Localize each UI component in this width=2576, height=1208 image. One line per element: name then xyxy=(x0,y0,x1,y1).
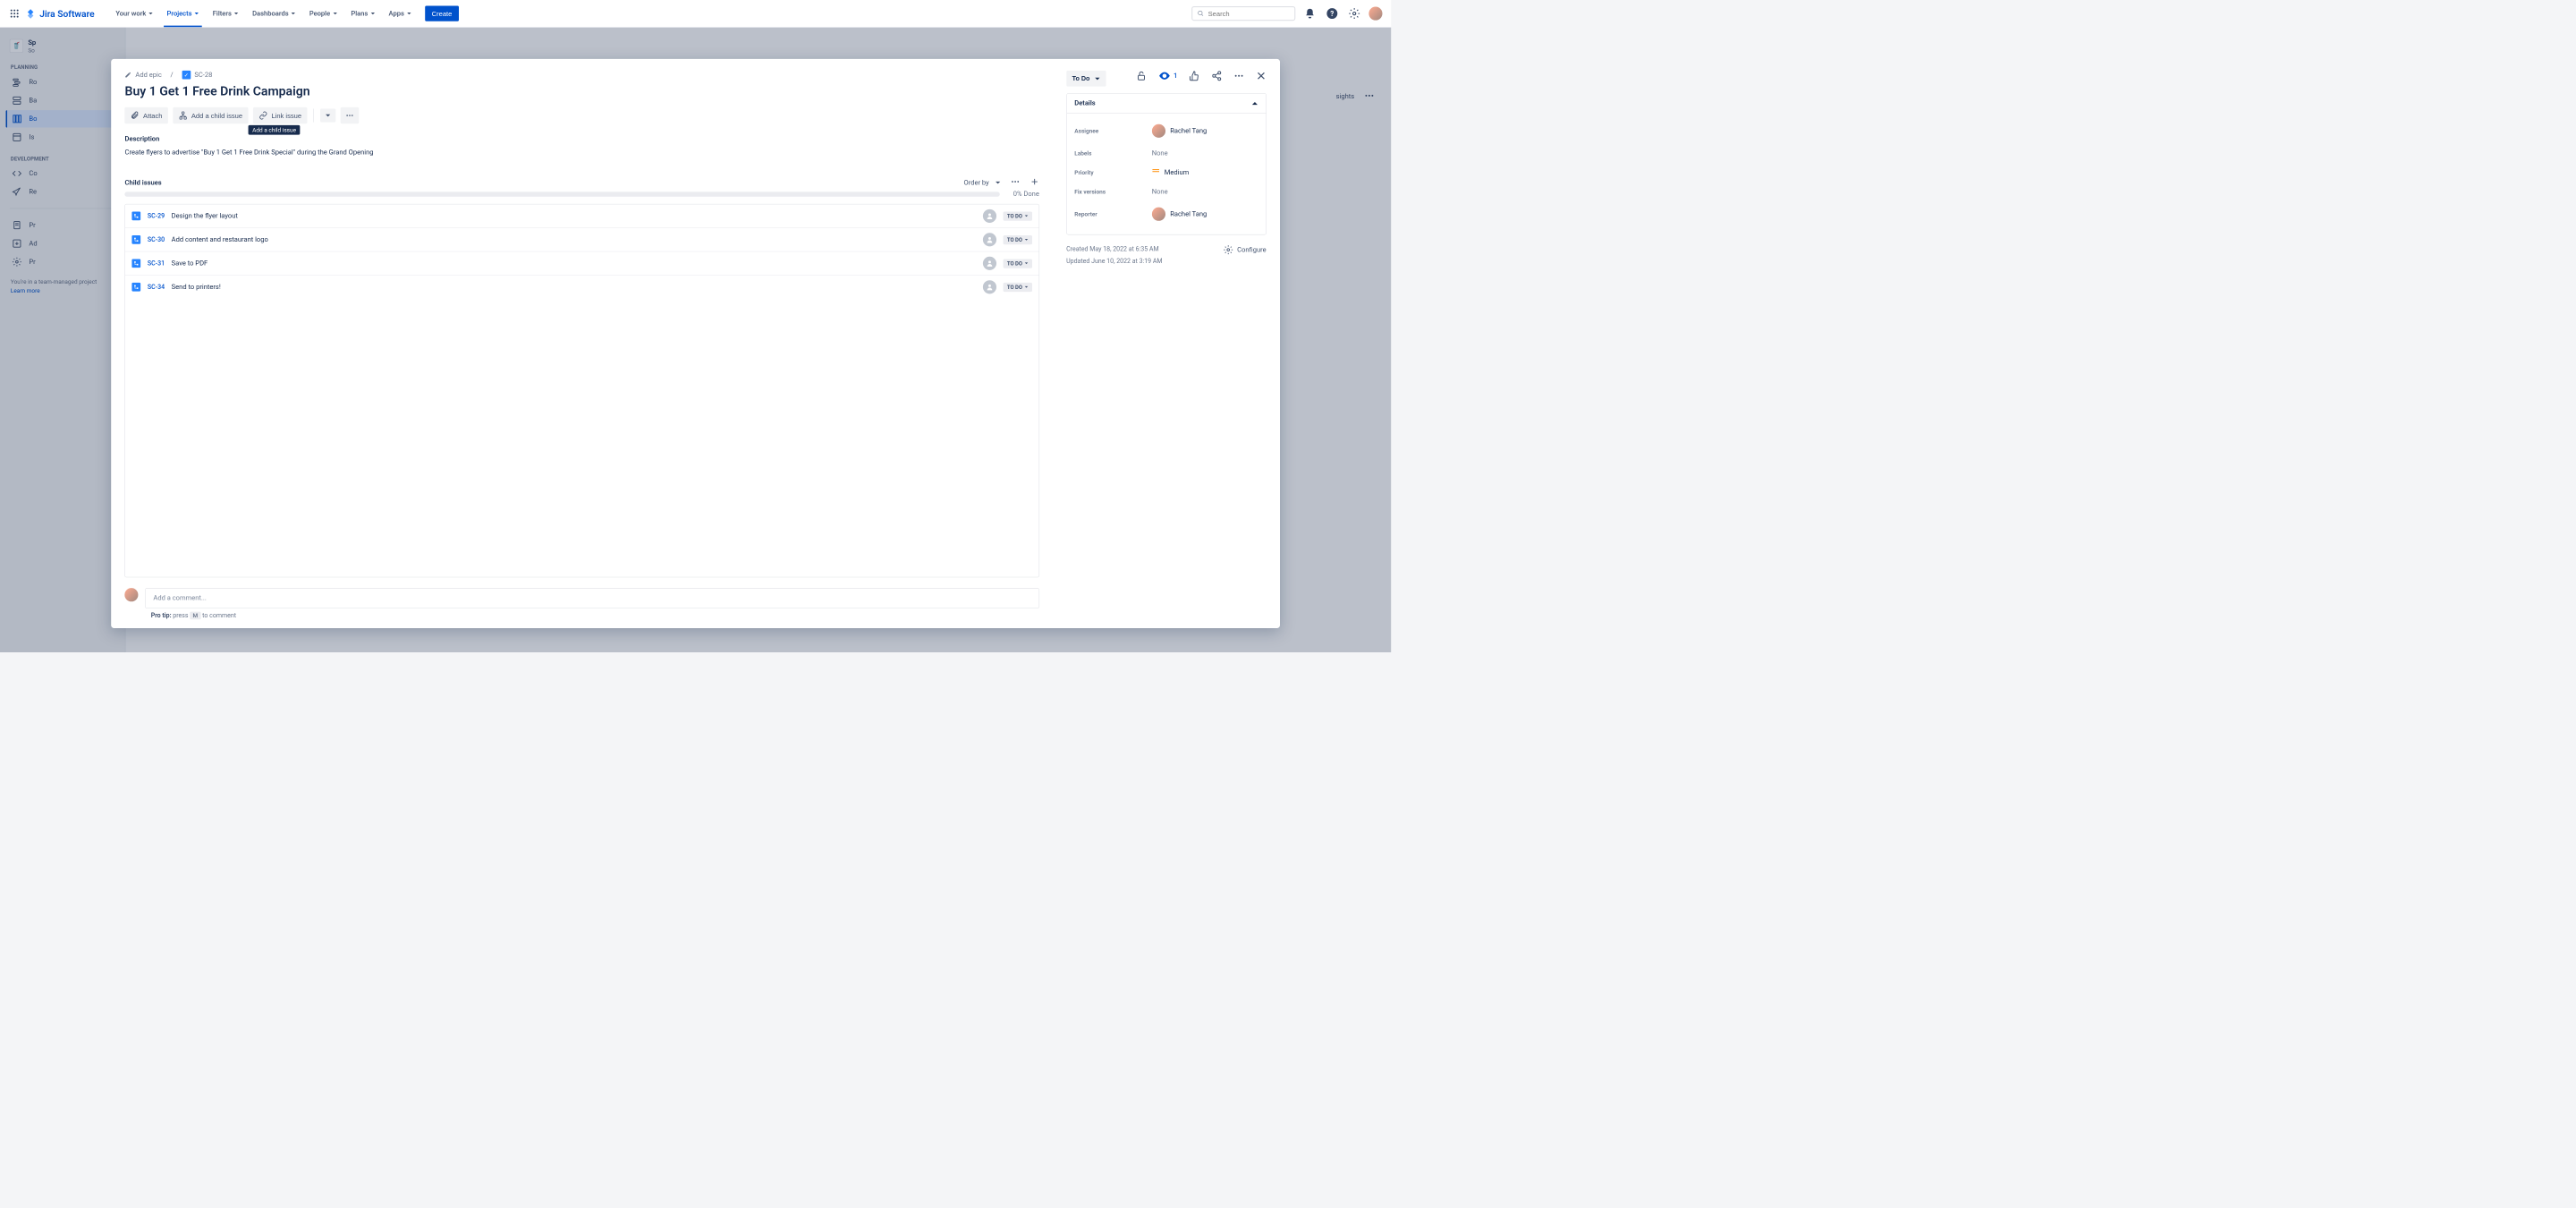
more-actions-icon[interactable] xyxy=(1233,71,1244,81)
created-date: Created May 18, 2022 at 6:35 AM xyxy=(1066,243,1162,255)
priority-medium-icon xyxy=(1152,169,1160,176)
child-key[interactable]: SC-34 xyxy=(148,284,165,291)
unassigned-avatar-icon[interactable] xyxy=(983,257,996,270)
child-issues-label: Child issues xyxy=(125,179,162,187)
details-panel: Details Assignee Rachel Tang Labels None xyxy=(1066,93,1267,234)
add-child-issue-button[interactable]: Add a child issue xyxy=(173,107,248,123)
user-avatar[interactable] xyxy=(1368,7,1382,21)
task-type-icon: ✓ xyxy=(182,71,191,80)
search-box[interactable] xyxy=(1191,6,1295,21)
logo-text: Jira Software xyxy=(39,8,94,19)
settings-icon[interactable] xyxy=(1347,5,1362,21)
subtask-icon xyxy=(132,235,141,244)
labels-label: Labels xyxy=(1074,149,1151,157)
lock-icon[interactable] xyxy=(1136,71,1147,81)
nav-apps[interactable]: Apps xyxy=(384,5,416,21)
subtask-icon xyxy=(132,283,141,292)
child-status[interactable]: TO DO xyxy=(1004,259,1032,268)
assignee-avatar xyxy=(1152,124,1165,138)
reporter-label: Reporter xyxy=(1074,210,1151,217)
watch-button[interactable]: 1 xyxy=(1158,70,1178,82)
updated-date: Updated June 10, 2022 at 3:19 AM xyxy=(1066,255,1162,267)
unassigned-avatar-icon[interactable] xyxy=(983,280,996,293)
add-child-icon[interactable] xyxy=(1030,177,1039,189)
child-issue-row[interactable]: SC-29 Design the flyer layout TO DO xyxy=(125,205,1038,228)
fix-versions-value[interactable]: None xyxy=(1152,188,1168,196)
priority-label: Priority xyxy=(1074,169,1151,176)
configure-button[interactable]: Configure xyxy=(1224,243,1267,256)
app-switcher-icon[interactable] xyxy=(9,8,21,20)
help-icon[interactable]: ? xyxy=(1325,5,1340,21)
like-icon[interactable] xyxy=(1189,71,1199,81)
child-summary: Add content and restaurant logo xyxy=(172,236,977,244)
svg-text:?: ? xyxy=(1330,9,1334,18)
child-key[interactable]: SC-31 xyxy=(148,259,165,267)
fix-versions-label: Fix versions xyxy=(1074,189,1151,196)
child-issue-row[interactable]: SC-34 Send to printers! TO DO xyxy=(125,276,1038,299)
status-dropdown[interactable]: To Do xyxy=(1066,71,1106,87)
description-label: Description xyxy=(125,135,1039,143)
close-icon[interactable] xyxy=(1256,71,1267,81)
link-dropdown-button[interactable] xyxy=(320,109,335,123)
nav-projects[interactable]: Projects xyxy=(162,5,204,21)
details-header[interactable]: Details xyxy=(1067,94,1266,114)
child-status[interactable]: TO DO xyxy=(1004,211,1032,220)
child-key[interactable]: SC-29 xyxy=(148,213,165,220)
comment-protip: Pro tip: press M to comment xyxy=(151,612,1039,628)
nav-people[interactable]: People xyxy=(304,5,342,21)
current-user-avatar xyxy=(125,588,139,601)
priority-value[interactable]: Medium xyxy=(1152,168,1190,176)
subtask-icon xyxy=(132,259,141,268)
nav-filters[interactable]: Filters xyxy=(208,5,243,21)
order-by-dropdown[interactable]: Order by xyxy=(964,179,1001,187)
reporter-value[interactable]: Rachel Tang xyxy=(1152,208,1208,221)
assignee-label: Assignee xyxy=(1074,128,1151,135)
share-icon[interactable] xyxy=(1211,71,1222,81)
unassigned-avatar-icon[interactable] xyxy=(983,209,996,223)
nav-plans[interactable]: Plans xyxy=(346,5,380,21)
link-issue-button[interactable]: Link issue xyxy=(253,107,308,123)
child-progress-bar xyxy=(125,192,1000,197)
description-text[interactable]: Create flyers to advertise "Buy 1 Get 1 … xyxy=(125,147,1039,157)
add-child-tooltip: Add a child issue xyxy=(249,125,301,135)
notifications-icon[interactable] xyxy=(1302,5,1318,21)
unassigned-avatar-icon[interactable] xyxy=(983,233,996,246)
issue-modal: 1 Add epic / ✓ xyxy=(111,59,1279,628)
child-summary: Send to printers! xyxy=(172,284,977,292)
attach-button[interactable]: Attach xyxy=(125,107,168,123)
child-issue-row[interactable]: SC-30 Add content and restaurant logo TO… xyxy=(125,228,1038,251)
nav-your-work[interactable]: Your work xyxy=(111,5,158,21)
child-summary: Design the flyer layout xyxy=(172,212,977,220)
add-epic-button[interactable]: Add epic xyxy=(125,71,162,79)
child-key[interactable]: SC-30 xyxy=(148,236,165,243)
jira-logo[interactable]: Jira Software xyxy=(25,8,95,20)
assignee-value[interactable]: Rachel Tang xyxy=(1152,124,1208,138)
reporter-avatar xyxy=(1152,208,1165,221)
child-status[interactable]: TO DO xyxy=(1004,283,1032,292)
child-issues-more-icon[interactable] xyxy=(1010,177,1020,189)
chevron-up-icon xyxy=(1251,100,1258,107)
child-progress-text: 0% Done xyxy=(1013,191,1039,199)
create-button[interactable]: Create xyxy=(425,5,459,21)
child-status[interactable]: TO DO xyxy=(1004,235,1032,244)
subtask-icon xyxy=(132,212,141,221)
top-navigation: Jira Software Your work Projects Filters… xyxy=(0,0,1391,28)
search-input[interactable] xyxy=(1208,10,1290,18)
nav-dashboards[interactable]: Dashboards xyxy=(248,5,301,21)
comment-input[interactable]: Add a comment... xyxy=(145,588,1039,608)
child-issue-row[interactable]: SC-31 Save to PDF TO DO xyxy=(125,252,1038,276)
issue-key-link[interactable]: ✓ SC-28 xyxy=(182,71,212,80)
more-toolbar-button[interactable] xyxy=(341,107,360,123)
child-summary: Save to PDF xyxy=(172,259,977,268)
child-issues-list: SC-29 Design the flyer layout TO DO SC-3… xyxy=(125,204,1039,577)
labels-value[interactable]: None xyxy=(1152,149,1168,157)
issue-title[interactable]: Buy 1 Get 1 Free Drink Campaign xyxy=(125,84,1039,98)
